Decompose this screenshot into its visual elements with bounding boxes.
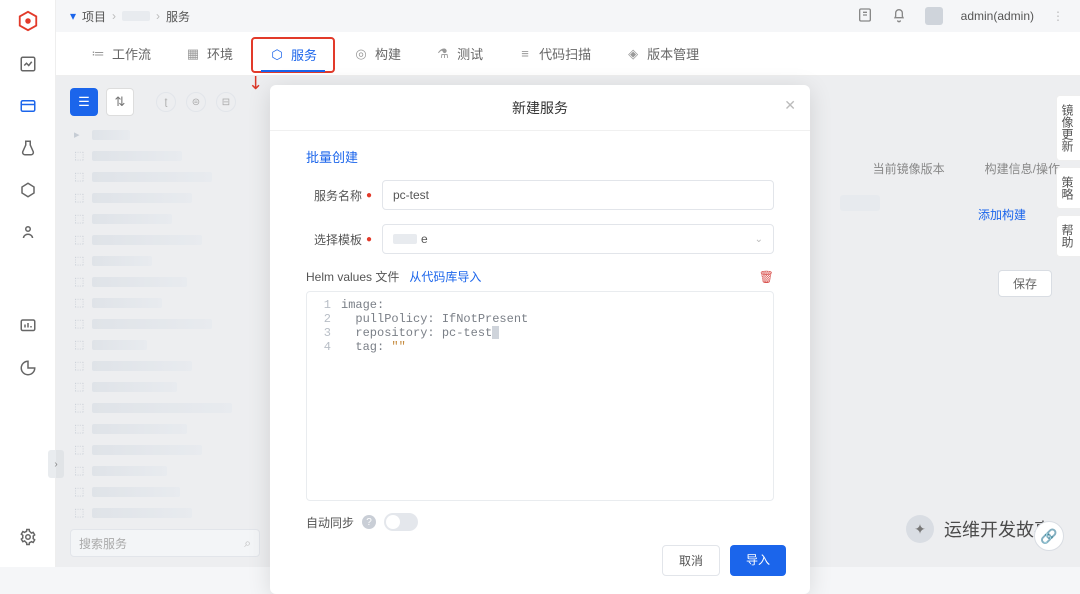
avatar[interactable] <box>925 7 943 25</box>
service-tree-item[interactable]: ⬚ <box>70 210 265 227</box>
service-tree-item[interactable]: ⬚ <box>70 273 265 290</box>
tab-release[interactable]: ◈版本管理 <box>609 32 715 76</box>
env-icon: ▦ <box>185 46 201 62</box>
chevron-down-icon: ⌄ <box>755 234 763 245</box>
nav-stats-icon[interactable] <box>18 316 38 336</box>
side-tab-help[interactable]: 帮助 <box>1056 215 1080 257</box>
service-tree-item[interactable]: ▸ <box>70 126 265 143</box>
service-tree-item[interactable]: ⬚ <box>70 357 265 374</box>
service-tree-item[interactable]: ⬚ <box>70 483 265 500</box>
chip-1[interactable]: ʈ <box>156 92 176 112</box>
nav-dashboard-icon[interactable] <box>18 54 38 74</box>
col-image-version: 当前镜像版本 <box>873 160 945 177</box>
tab-workflow[interactable]: ≔工作流 <box>74 32 167 76</box>
scan-icon: ≡ <box>517 46 533 62</box>
chip-3[interactable]: ⊟ <box>216 92 236 112</box>
helm-values-label: Helm values 文件 <box>306 268 399 285</box>
service-tree-item[interactable]: ⬚ <box>70 168 265 185</box>
nav-delivery-icon[interactable] <box>18 180 38 200</box>
add-build-link[interactable]: 添加构建 <box>978 206 1026 223</box>
label-service-name: 服务名称 <box>314 187 362 204</box>
service-list-panel: ☰ ⇅ ʈ ⊜ ⊟ ▸⬚⬚⬚⬚⬚⬚⬚⬚⬚⬚⬚⬚⬚⬚⬚⬚⬚⬚⬚ <box>70 88 265 542</box>
save-button[interactable]: 保存 <box>998 270 1052 297</box>
user-label[interactable]: admin(admin) <box>961 9 1034 23</box>
tab-build[interactable]: ◎构建 <box>337 32 417 76</box>
autosync-label: 自动同步 <box>306 514 354 531</box>
modal-header: 新建服务 ✕ <box>270 85 810 131</box>
service-tree-item[interactable]: ⬚ <box>70 420 265 437</box>
side-tab-policy[interactable]: 策略 <box>1056 167 1080 209</box>
nav-data-icon[interactable] <box>18 358 38 378</box>
breadcrumb-project-name[interactable] <box>122 11 150 21</box>
search-placeholder: 搜索服务 <box>79 535 127 552</box>
notifications-icon[interactable] <box>891 7 907 26</box>
nav-team-icon[interactable] <box>18 222 38 242</box>
breadcrumb-leaf: 服务 <box>166 8 190 25</box>
service-tree: ▸⬚⬚⬚⬚⬚⬚⬚⬚⬚⬚⬚⬚⬚⬚⬚⬚⬚⬚⬚ <box>70 126 265 542</box>
modal-title: 新建服务 <box>512 98 568 118</box>
service-tree-item[interactable]: ⬚ <box>70 252 265 269</box>
side-tab-image-update[interactable]: 镜像更新 <box>1056 95 1080 161</box>
import-button[interactable]: 导入 <box>730 545 786 576</box>
service-tree-item[interactable]: ⬚ <box>70 189 265 206</box>
breadcrumb-root[interactable]: 项目 <box>82 8 106 25</box>
cancel-button[interactable]: 取消 <box>662 545 720 576</box>
autosync-toggle[interactable] <box>384 513 418 531</box>
image-tag-placeholder <box>840 195 880 211</box>
service-tree-item[interactable]: ⬚ <box>70 462 265 479</box>
label-template: 选择模板 <box>314 231 362 248</box>
required-dot-icon: ● <box>366 234 372 245</box>
bulk-create-link[interactable]: 批量创建 <box>306 147 358 166</box>
col-build-ops: 构建信息/操作 <box>985 160 1060 177</box>
service-tree-item[interactable]: ⬚ <box>70 504 265 521</box>
table-headers: 当前镜像版本 构建信息/操作 <box>873 160 1060 177</box>
import-from-repo-link[interactable]: 从代码库导入 <box>409 268 481 285</box>
tab-env[interactable]: ▦环境 <box>169 32 249 76</box>
search-icon: ⌕ <box>244 536 251 551</box>
service-tree-item[interactable]: ⬚ <box>70 231 265 248</box>
project-tabs: ≔工作流 ▦环境 ⬡服务 ◎构建 ⚗测试 ≡代码扫描 ◈版本管理 <box>56 32 1080 76</box>
wechat-icon: ✦ <box>906 515 934 543</box>
breadcrumb: ▾ 项目 › › 服务 <box>70 8 190 25</box>
nav-projects-icon[interactable] <box>18 96 38 116</box>
more-icon[interactable]: ⋮ <box>1052 9 1066 23</box>
service-icon: ⬡ <box>269 47 285 63</box>
topbar: ▾ 项目 › › 服务 admin(admin) ⋮ <box>56 0 1080 32</box>
workflow-icon: ≔ <box>90 46 106 62</box>
required-dot-icon: ● <box>366 190 372 201</box>
docs-icon[interactable] <box>857 7 873 26</box>
service-name-input[interactable] <box>382 180 774 210</box>
nav-test-icon[interactable] <box>18 138 38 158</box>
add-service-button[interactable]: ☰ <box>70 88 98 116</box>
service-tree-item[interactable]: ⬚ <box>70 315 265 332</box>
breadcrumb-caret-icon: ▾ <box>70 9 76 23</box>
delete-icon[interactable]: 🗑 <box>759 270 774 284</box>
watermark: ✦ 运维开发故事 <box>906 515 1052 543</box>
service-tree-item[interactable]: ⬚ <box>70 441 265 458</box>
right-side-tabs: 镜像更新 策略 帮助 <box>1056 95 1080 257</box>
create-service-modal: 新建服务 ✕ 批量创建 服务名称 ● 选择模板 ● e ⌄ Helm values … <box>270 85 810 594</box>
sort-button[interactable]: ⇅ <box>106 88 134 116</box>
service-tree-item[interactable]: ⬚ <box>70 147 265 164</box>
tab-test[interactable]: ⚗测试 <box>419 32 499 76</box>
help-icon[interactable]: ? <box>362 515 376 529</box>
yaml-editor[interactable]: 1image:2 pullPolicy: IfNotPresent3 repos… <box>306 291 774 501</box>
service-tree-item[interactable]: ⬚ <box>70 378 265 395</box>
template-select[interactable]: e ⌄ <box>382 224 774 254</box>
tab-service[interactable]: ⬡服务 <box>251 37 335 73</box>
share-link-button[interactable]: 🔗 <box>1034 521 1064 551</box>
app-logo-icon <box>17 10 39 32</box>
nav-settings-icon[interactable] <box>18 527 38 547</box>
tab-scan[interactable]: ≡代码扫描 <box>501 32 607 76</box>
close-icon[interactable]: ✕ <box>784 97 796 114</box>
service-tree-item[interactable]: ⬚ <box>70 336 265 353</box>
service-tree-item[interactable]: ⬚ <box>70 399 265 416</box>
left-rail <box>0 0 56 567</box>
release-icon: ◈ <box>625 46 641 62</box>
search-services-input[interactable]: 搜索服务 ⌕ <box>70 529 260 557</box>
test-icon: ⚗ <box>435 46 451 62</box>
chip-2[interactable]: ⊜ <box>186 92 206 112</box>
build-icon: ◎ <box>353 46 369 62</box>
service-tree-item[interactable]: ⬚ <box>70 294 265 311</box>
